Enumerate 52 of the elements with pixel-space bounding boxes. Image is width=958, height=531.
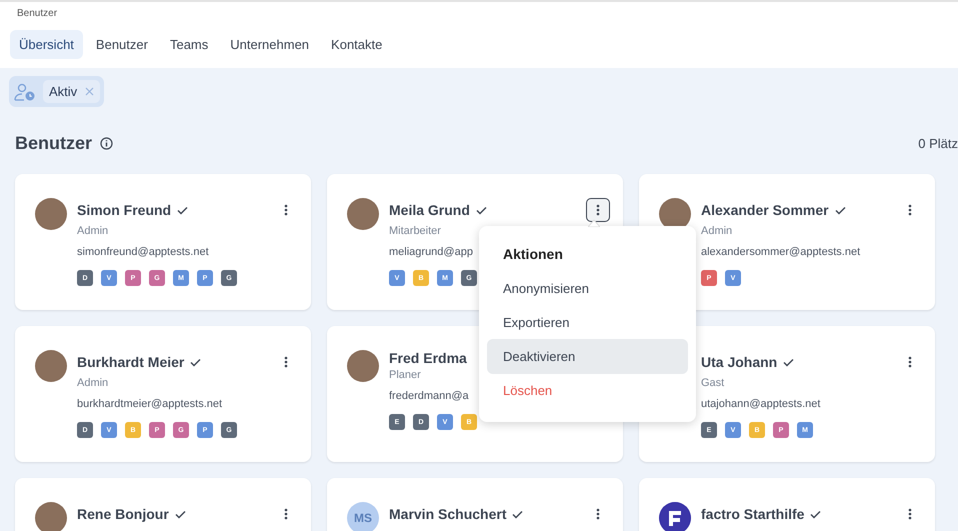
user-role: Admin [701,225,732,237]
breadcrumb: Benutzer [16,8,58,19]
user-role: Gast [701,377,724,389]
more-icon [596,204,600,216]
user-clock-icon [13,82,37,100]
user-name: Fred Erdma [389,350,467,366]
user-name: factro Starthilfe [701,506,804,522]
user-role: Admin [77,225,108,237]
nav-tab[interactable]: Teams [160,30,218,59]
menu-item[interactable]: Anonymisieren [487,271,688,306]
user-role: Admin [77,377,108,389]
user-email: utajohann@apptests.net [701,398,820,410]
menu-item[interactable]: Exportieren [487,305,688,340]
user-name: Meila Grund [389,202,470,218]
user-email: simonfreund@apptests.net [77,246,209,258]
avatar-placeholder [35,502,67,531]
more-icon [284,356,288,368]
more-icon [908,508,912,520]
user-role: Planer [389,369,421,381]
avatar-placeholder [347,350,379,382]
user-name: Burkhardt Meier [77,354,184,370]
avatar-placeholder [35,350,67,382]
menu-item[interactable]: Löschen [487,373,688,408]
menu-item[interactable]: Deaktivieren [487,339,688,374]
filter-chip[interactable]: Aktiv [43,80,100,103]
seats-count: 0 Plätz [918,136,958,151]
nav-tab[interactable]: Übersicht [10,30,83,59]
user-email: alexandersommer@apptests.net [701,246,860,258]
more-icon [908,204,912,216]
user-name: Uta Johann [701,354,778,370]
user-name: Alexander Sommer [701,202,829,218]
user-name: Rene Bonjour [77,506,169,522]
user-email: frederdmann@a [389,390,469,402]
user-email: meliagrund@app [389,246,473,258]
more-icon [596,508,600,520]
more-icon [908,356,912,368]
nav-tab[interactable]: Benutzer [86,30,157,59]
avatar-placeholder [347,198,379,230]
more-icon [284,204,288,216]
user-name: Simon Freund [77,202,172,218]
user-email: burkhardtmeier@apptests.net [77,398,222,410]
avatar-initials: MS [347,502,379,531]
user-name: Marvin Schuchert [389,506,506,522]
more-button[interactable] [586,198,610,222]
nav-tab[interactable]: Unternehmen [221,30,318,59]
info-icon[interactable] [100,137,114,150]
user-role: Mitarbeiter [389,225,441,237]
section-title: Benutzer [15,133,92,154]
menu-title: Aktionen [502,246,564,264]
avatar-placeholder [35,198,67,230]
nav-tab[interactable]: Kontakte [322,30,392,59]
more-icon [284,508,288,520]
